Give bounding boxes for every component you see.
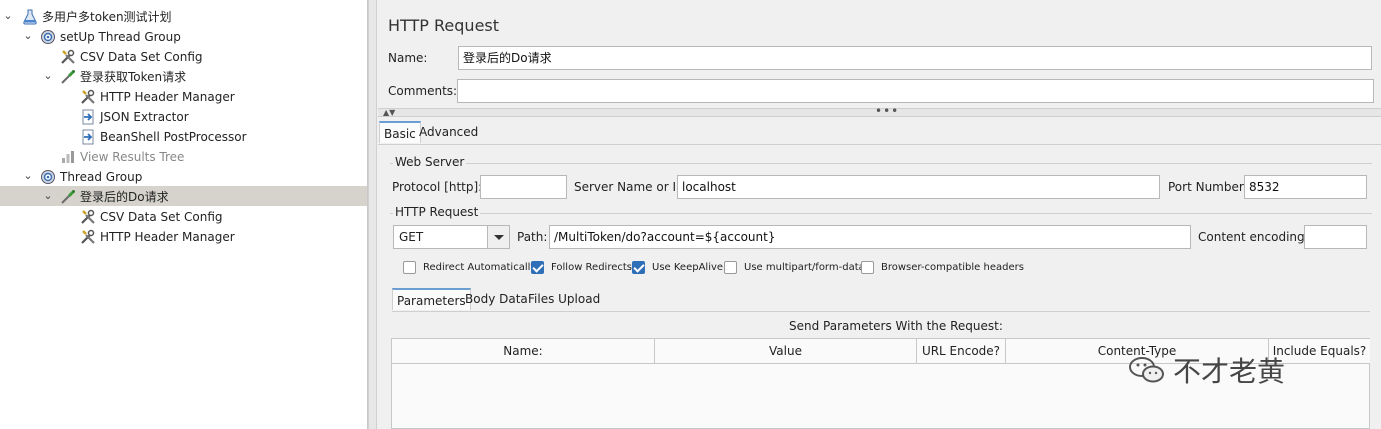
tree-node-setup-thread-group[interactable]: ⌄ setUp Thread Group	[22, 26, 181, 46]
tree-node-label: 登录获取Token请求	[80, 69, 187, 84]
chevron-down-icon[interactable]: ⌄	[22, 26, 34, 46]
column-header-url-encode[interactable]: URL Encode?	[917, 339, 1006, 364]
method-value: GET	[399, 230, 424, 244]
checkbox-box[interactable]	[861, 260, 874, 274]
chevron-down-icon[interactable]: ⌄	[22, 166, 34, 186]
checkbox-box[interactable]	[632, 260, 645, 274]
tree-node-header-manager-1[interactable]: HTTP Header Manager	[80, 86, 235, 106]
chevron-down-icon[interactable]	[487, 226, 509, 248]
path-input[interactable]: /MultiToken/do?account=${account}	[549, 225, 1191, 249]
collapse-arrows-icon[interactable]: ▲▼	[383, 108, 395, 117]
tree-node-label: JSON Extractor	[100, 109, 189, 124]
tree-node-csv-config-1[interactable]: CSV Data Set Config	[60, 46, 203, 66]
name-label: Name:	[388, 51, 428, 65]
chevron-down-icon[interactable]: ⌄	[2, 6, 14, 26]
gear-icon	[40, 169, 56, 185]
path-label: Path:	[517, 230, 548, 244]
tree-node-csv-config-2[interactable]: CSV Data Set Config	[80, 206, 223, 226]
checkbox-label: Follow Redirects	[551, 261, 632, 273]
use-multipart-checkbox[interactable]: Use multipart/form-data	[724, 259, 865, 275]
http-request-legend: HTTP Request	[393, 205, 481, 219]
tree-node-label: Thread Group	[60, 169, 143, 184]
encoding-label: Content encoding:	[1198, 230, 1309, 244]
wrench-icon	[80, 209, 96, 225]
name-input[interactable]: 登录后的Do请求	[458, 46, 1372, 70]
checkbox-box[interactable]	[531, 260, 544, 274]
tab-advanced[interactable]: Advanced	[415, 121, 482, 143]
port-label: Port Number:	[1168, 180, 1248, 194]
params-caption: Send Parameters With the Request:	[789, 319, 1003, 333]
column-header-name[interactable]: Name:	[392, 339, 655, 364]
tab-underline	[378, 144, 1381, 145]
checkbox-label: Redirect Automatically	[423, 261, 537, 273]
checkbox-label: Use KeepAlive	[652, 261, 724, 273]
server-label: Server Name or IP:	[574, 180, 688, 194]
wrench-icon	[80, 229, 96, 245]
comments-label: Comments:	[388, 84, 458, 98]
server-input[interactable]: localhost	[677, 175, 1160, 199]
flask-icon	[22, 9, 38, 25]
chevron-down-icon[interactable]: ⌄	[42, 66, 54, 86]
wechat-icon	[1127, 355, 1167, 385]
comments-input[interactable]	[457, 79, 1374, 103]
tree-node-login-token-request[interactable]: ⌄ 登录获取Token请求	[42, 66, 186, 86]
wrench-icon	[60, 49, 76, 65]
watermark-text: 不才老黄	[1173, 355, 1286, 388]
pipette-icon	[60, 189, 76, 205]
web-server-legend: Web Server	[393, 155, 467, 169]
chart-icon	[60, 149, 76, 165]
tree-node-label: BeanShell PostProcessor	[100, 129, 247, 144]
wrench-icon	[80, 89, 96, 105]
tree-node-beanshell[interactable]: BeanShell PostProcessor	[80, 126, 247, 146]
tree-node-label: View Results Tree	[80, 149, 185, 164]
sub-tab-underline	[392, 311, 1370, 312]
column-header-value[interactable]: Value	[655, 339, 917, 364]
tree-node-label: 多用户多token测试计划	[42, 9, 172, 24]
pane-splitter[interactable]	[368, 0, 377, 429]
test-plan-tree[interactable]: ⌄ 多用户多token测试计划 ⌄ setUp Thread Group CSV…	[0, 0, 368, 429]
gear-icon	[40, 29, 56, 45]
tab-body-data[interactable]: Body Data	[461, 288, 532, 310]
tab-files-upload[interactable]: Files Upload	[524, 288, 604, 310]
http-request-rule	[390, 213, 1372, 214]
tree-node-test-plan[interactable]: ⌄ 多用户多token测试计划	[2, 6, 172, 26]
checkbox-box[interactable]	[403, 260, 416, 274]
panel-title: HTTP Request	[388, 16, 500, 35]
document-arrow-icon	[80, 129, 96, 145]
browser-compatible-checkbox[interactable]: Browser-compatible headers	[861, 259, 1024, 275]
tree-node-label: HTTP Header Manager	[100, 229, 235, 244]
port-input[interactable]: 8532	[1244, 175, 1367, 199]
protocol-input[interactable]	[480, 175, 567, 199]
tree-node-label: CSV Data Set Config	[100, 209, 223, 224]
tree-node-label: setUp Thread Group	[60, 29, 181, 44]
web-server-rule	[390, 163, 1372, 164]
wechat-watermark: 不才老黄	[1127, 350, 1285, 390]
checkbox-box[interactable]	[724, 260, 737, 274]
tree-node-thread-group[interactable]: ⌄ Thread Group	[22, 166, 142, 186]
document-arrow-icon	[80, 109, 96, 125]
checkbox-label: Use multipart/form-data	[744, 261, 865, 273]
chevron-down-icon[interactable]: ⌄	[42, 186, 54, 206]
tab-parameters[interactable]: Parameters	[392, 288, 471, 310]
tree-node-do-request[interactable]: ⌄ 登录后的Do请求	[42, 186, 169, 206]
use-keepalive-checkbox[interactable]: Use KeepAlive	[632, 259, 723, 275]
tree-node-view-results-tree[interactable]: View Results Tree	[60, 146, 184, 166]
tree-node-label: CSV Data Set Config	[80, 49, 203, 64]
pipette-icon	[60, 69, 76, 85]
tree-node-header-manager-2[interactable]: HTTP Header Manager	[80, 226, 235, 246]
drag-handle-icon[interactable]: •••	[875, 104, 899, 118]
section-divider[interactable]: ▲▼ •••	[378, 104, 1381, 118]
follow-redirects-checkbox[interactable]: Follow Redirects	[531, 259, 632, 275]
tree-node-json-extractor[interactable]: JSON Extractor	[80, 106, 189, 126]
encoding-input[interactable]	[1304, 225, 1367, 249]
protocol-label: Protocol [http]:	[392, 180, 483, 194]
checkbox-label: Browser-compatible headers	[881, 261, 1024, 273]
tree-node-label: HTTP Header Manager	[100, 89, 235, 104]
method-select[interactable]: GET	[393, 225, 510, 249]
redirect-automatically-checkbox[interactable]: Redirect Automatically	[403, 259, 536, 275]
tree-node-label: 登录后的Do请求	[80, 189, 169, 204]
